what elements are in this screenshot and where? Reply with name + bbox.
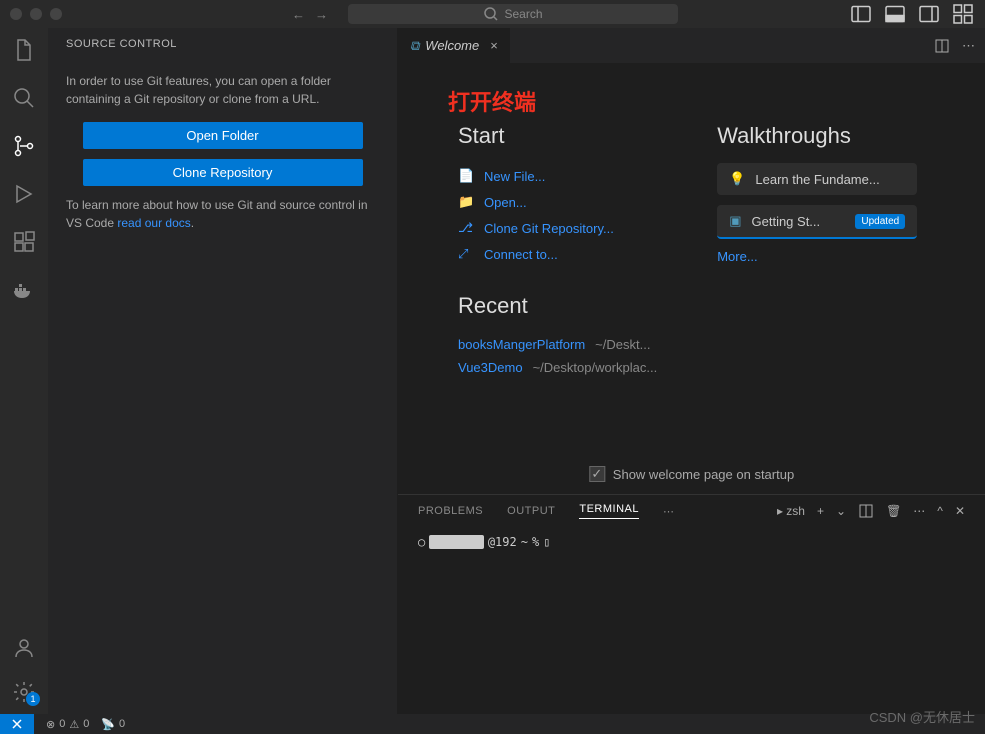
checkbox-icon[interactable]: ✓ xyxy=(589,466,605,482)
error-icon: ⊗ xyxy=(46,718,55,731)
recent-name[interactable]: Vue3Demo xyxy=(458,360,523,375)
antenna-icon: 📡 xyxy=(101,718,115,731)
maximize-panel-icon[interactable]: ^ xyxy=(937,504,943,518)
recent-name[interactable]: booksMangerPlatform xyxy=(458,337,585,352)
titlebar: ← → Search xyxy=(0,0,985,28)
walkthrough-fundamentals[interactable]: 💡 Learn the Fundame... xyxy=(717,163,917,195)
walkthroughs-more-link[interactable]: More... xyxy=(717,249,917,264)
read-docs-link[interactable]: read our docs xyxy=(117,216,190,230)
start-heading: Start xyxy=(458,123,657,149)
search-placeholder: Search xyxy=(504,7,542,21)
recent-item: booksMangerPlatform ~/Deskt... xyxy=(458,333,657,356)
warning-icon: ⚠ xyxy=(69,718,79,731)
vscode-icon: ⧉ xyxy=(410,38,419,54)
scm-learn-more: To learn more about how to use Git and s… xyxy=(66,196,379,232)
status-problems[interactable]: ⊗0 ⚠0 xyxy=(46,718,89,731)
start-item-label: New File... xyxy=(484,169,545,184)
tab-welcome[interactable]: ⧉ Welcome × xyxy=(398,28,510,63)
layout-sidebar-right-icon[interactable] xyxy=(917,2,941,26)
welcome-page: 打开终端 Start 📄 New File... 📁 Open... ⎇ Clone Gi… xyxy=(398,63,985,494)
start-item-label: Open... xyxy=(484,195,527,210)
editor-area: ⧉ Welcome × ⋯ 打开终端 Start 📄 New File... 📁 Op… xyxy=(398,28,985,714)
run-debug-icon[interactable] xyxy=(12,182,36,206)
sidebar-title: SOURCE CONTROL xyxy=(66,38,379,50)
remote-indicator[interactable] xyxy=(0,714,34,734)
connect-icon: ⤢ xyxy=(458,246,474,262)
recent-item: Vue3Demo ~/Desktop/workplac... xyxy=(458,356,657,379)
command-center[interactable]: Search xyxy=(348,4,678,24)
start-item-label: Connect to... xyxy=(484,247,558,262)
walkthroughs-heading: Walkthroughs xyxy=(717,123,917,149)
terminal-content[interactable]: ○ xxxxxxx@192 ~ % ▯ xyxy=(398,527,985,557)
show-on-startup[interactable]: ✓ Show welcome page on startup xyxy=(589,466,794,482)
recent-heading: Recent xyxy=(458,293,657,319)
minimize-window[interactable] xyxy=(30,8,42,20)
recent-path: ~/Desktop/workplac... xyxy=(533,360,658,375)
tab-bar: ⧉ Welcome × ⋯ xyxy=(398,28,985,63)
split-terminal-icon[interactable] xyxy=(858,503,874,519)
file-icon: 📄 xyxy=(458,168,474,184)
recent-path: ~/Deskt... xyxy=(595,337,650,352)
start-item[interactable]: ⎇ Clone Git Repository... xyxy=(458,215,657,241)
search-icon xyxy=(483,6,499,22)
source-control-icon[interactable] xyxy=(12,134,36,158)
activity-bar: 1 xyxy=(0,28,48,714)
watermark: CSDN @无休居士 xyxy=(869,707,975,726)
gear-badge: 1 xyxy=(26,692,40,706)
maximize-window[interactable] xyxy=(50,8,62,20)
panel-more-icon[interactable]: ⋯ xyxy=(663,505,674,518)
open-folder-button[interactable]: Open Folder xyxy=(83,122,363,149)
folder-icon: 📁 xyxy=(458,194,474,210)
cursor: ▯ xyxy=(543,535,550,549)
start-item[interactable]: 📁 Open... xyxy=(458,189,657,215)
more-actions-icon[interactable]: ⋯ xyxy=(962,38,975,54)
nav-forward-icon[interactable]: → xyxy=(315,7,328,22)
new-terminal-icon[interactable]: + xyxy=(817,504,824,518)
window-controls xyxy=(10,8,62,20)
show-on-startup-label: Show welcome page on startup xyxy=(613,467,794,482)
updated-badge: Updated xyxy=(855,214,905,229)
sidebar: SOURCE CONTROL In order to use Git featu… xyxy=(48,28,398,714)
close-panel-icon[interactable]: ✕ xyxy=(955,504,965,518)
bottom-panel: PROBLEMS OUTPUT TERMINAL ⋯ ▸ zsh + ⌄ 🗑 ⋯… xyxy=(398,494,985,714)
layout-sidebar-left-icon[interactable] xyxy=(849,2,873,26)
split-editor-icon[interactable] xyxy=(934,38,950,54)
extensions-icon[interactable] xyxy=(12,230,36,254)
close-window[interactable] xyxy=(10,8,22,20)
walkthrough-label: Learn the Fundame... xyxy=(755,172,879,187)
walkthrough-label: Getting St... xyxy=(752,214,821,229)
explorer-icon[interactable] xyxy=(12,38,36,62)
git-icon: ⎇ xyxy=(458,220,474,236)
kill-terminal-icon[interactable]: 🗑 xyxy=(886,504,901,518)
scm-intro-text: In order to use Git features, you can op… xyxy=(66,72,379,108)
status-ports[interactable]: 📡0 xyxy=(101,718,125,731)
panel-more-icon[interactable]: ⋯ xyxy=(913,504,925,518)
docker-icon[interactable] xyxy=(12,278,36,302)
tab-close-icon[interactable]: × xyxy=(490,38,498,53)
tab-output[interactable]: OUTPUT xyxy=(507,505,555,517)
status-bar: ⊗0 ⚠0 📡0 xyxy=(0,714,985,734)
search-icon[interactable] xyxy=(12,86,36,110)
annotation-text: 打开终端 xyxy=(448,85,536,117)
terminal-shell-label[interactable]: ▸ zsh xyxy=(777,504,805,518)
walkthrough-getting-started[interactable]: ▣ Getting St... Updated xyxy=(717,205,917,239)
lightbulb-icon: 💡 xyxy=(729,171,745,187)
terminal-dropdown-icon[interactable]: ⌄ xyxy=(836,504,846,518)
start-item[interactable]: 📄 New File... xyxy=(458,163,657,189)
docker-icon: ▣ xyxy=(729,213,741,229)
settings-gear-icon[interactable]: 1 xyxy=(12,680,36,704)
tab-terminal[interactable]: TERMINAL xyxy=(579,503,639,519)
accounts-icon[interactable] xyxy=(12,636,36,660)
layout-panel-icon[interactable] xyxy=(883,2,907,26)
prompt-circle-icon: ○ xyxy=(418,535,425,549)
start-item[interactable]: ⤢ Connect to... xyxy=(458,241,657,267)
clone-repository-button[interactable]: Clone Repository xyxy=(83,159,363,186)
start-item-label: Clone Git Repository... xyxy=(484,221,614,236)
customize-layout-icon[interactable] xyxy=(951,2,975,26)
nav-back-icon[interactable]: ← xyxy=(292,7,305,22)
tab-problems[interactable]: PROBLEMS xyxy=(418,505,483,517)
tab-title: Welcome xyxy=(425,38,479,53)
